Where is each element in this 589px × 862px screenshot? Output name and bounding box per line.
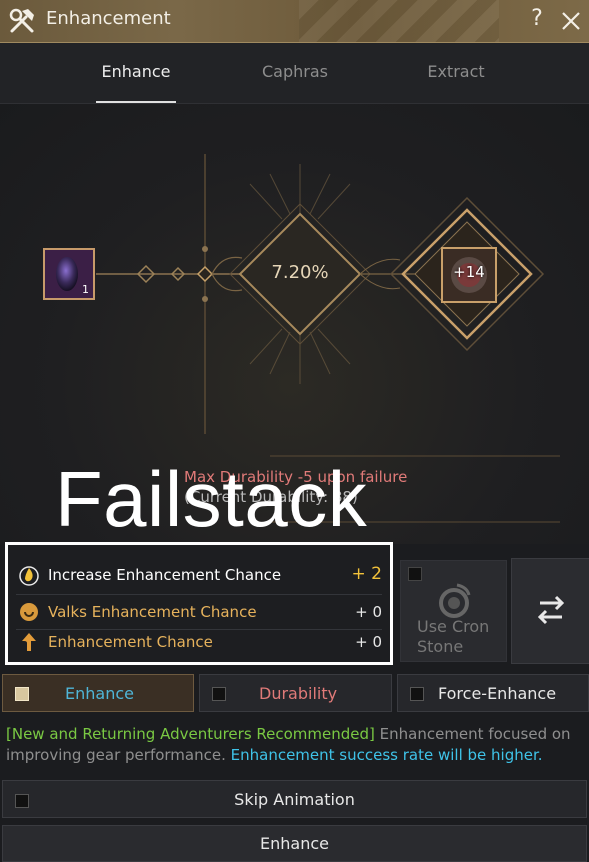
cron-stone-label: Use Cron Stone bbox=[417, 617, 507, 657]
failstack-annotation: Failstack bbox=[55, 455, 368, 543]
enhancement-bonus-panel: Increase Enhancement Chance + 2 Valks En… bbox=[5, 542, 393, 665]
window-title: Enhancement bbox=[46, 8, 171, 29]
cron-label-line2: Stone bbox=[417, 637, 464, 656]
flame-drop-icon bbox=[19, 566, 39, 586]
bonus-row-increase: Increase Enhancement Chance + 2 bbox=[16, 560, 382, 590]
desc-recommend: [New and Returning Adventurers Recommend… bbox=[6, 725, 375, 743]
help-button[interactable]: ? bbox=[525, 6, 549, 34]
cron-stone-option[interactable]: Use Cron Stone bbox=[400, 560, 507, 662]
mode-enhance-checkbox[interactable] bbox=[15, 687, 29, 701]
tab-enhance[interactable]: Enhance bbox=[96, 43, 176, 103]
enhance-button[interactable]: Enhance bbox=[2, 825, 587, 862]
swap-arrows-icon bbox=[537, 595, 565, 625]
valks-icon bbox=[20, 603, 38, 621]
bonus-label: Valks Enhancement Chance bbox=[48, 603, 257, 621]
mode-enhance[interactable]: Enhance bbox=[2, 674, 194, 712]
material-count: 1 bbox=[82, 283, 89, 296]
bonus-value: + 0 bbox=[355, 603, 382, 621]
cron-label-line1: Use Cron bbox=[417, 617, 490, 636]
title-bar-pattern bbox=[299, 0, 499, 42]
close-icon[interactable] bbox=[558, 8, 584, 34]
mode-force-label: Force-Enhance bbox=[438, 684, 557, 703]
mode-force-checkbox[interactable] bbox=[410, 687, 424, 701]
cron-stone-icon bbox=[439, 583, 471, 618]
skip-animation-toggle[interactable]: Skip Animation bbox=[2, 780, 587, 818]
tab-extract[interactable]: Extract bbox=[415, 43, 497, 103]
hammer-wrench-icon bbox=[9, 8, 34, 33]
bonus-label: Enhancement Chance bbox=[48, 633, 213, 651]
desc-success: Enhancement success rate will be higher. bbox=[230, 746, 543, 764]
arrow-up-icon bbox=[22, 633, 36, 651]
bonus-value: + 0 bbox=[355, 633, 382, 651]
bonus-row-chance: Enhancement Chance + 0 bbox=[16, 627, 382, 657]
mode-enhance-label: Enhance bbox=[65, 684, 134, 703]
skip-animation-label: Skip Animation bbox=[234, 790, 355, 809]
cron-stone-checkbox[interactable] bbox=[408, 567, 422, 581]
success-chance: 7.20% bbox=[271, 262, 329, 283]
divider bbox=[16, 594, 382, 595]
bonus-label: Increase Enhancement Chance bbox=[48, 566, 282, 584]
material-slot[interactable]: 1 bbox=[43, 248, 95, 300]
bonus-value: + 2 bbox=[351, 564, 382, 584]
mode-description: [New and Returning Adventurers Recommend… bbox=[6, 724, 586, 766]
gear-enhance-level: +14 bbox=[453, 263, 485, 281]
mode-durability-checkbox[interactable] bbox=[212, 687, 226, 701]
swap-button[interactable] bbox=[511, 558, 589, 664]
gear-slot[interactable]: +14 bbox=[441, 247, 497, 303]
mode-durability-label: Durability bbox=[259, 684, 338, 703]
mode-force-enhance[interactable]: Force-Enhance bbox=[397, 674, 589, 712]
mode-durability[interactable]: Durability bbox=[199, 674, 392, 712]
bonus-row-valks: Valks Enhancement Chance + 0 bbox=[16, 597, 382, 627]
title-bar: Enhancement ? bbox=[0, 0, 589, 43]
tab-bar: Enhance Caphras Extract bbox=[0, 43, 589, 104]
tab-caphras[interactable]: Caphras bbox=[250, 43, 340, 103]
